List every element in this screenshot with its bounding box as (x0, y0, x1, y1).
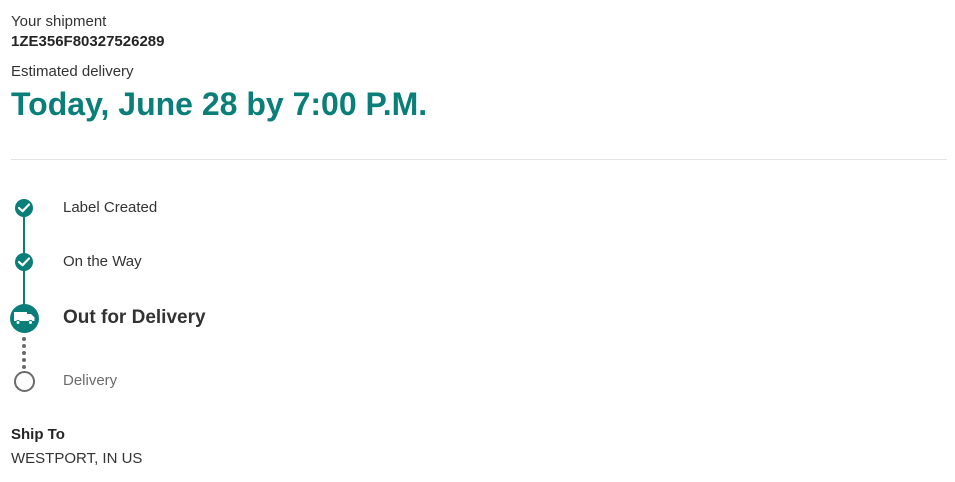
shipment-heading: Your shipment (11, 13, 107, 30)
ship-to-address: WESTPORT, IN US (11, 450, 143, 467)
empty-circle-icon (14, 371, 35, 392)
timeline-connector-dot (22, 365, 26, 369)
step-label-on-the-way: On the Way (63, 253, 142, 270)
divider (11, 159, 947, 160)
timeline-connector-dot (22, 358, 26, 362)
estimated-delivery-date: Today, June 28 by 7:00 P.M. (11, 86, 428, 122)
truck-icon (10, 304, 39, 333)
estimated-delivery-label: Estimated delivery (11, 63, 134, 80)
tracking-number: 1ZE356F80327526289 (11, 33, 165, 50)
timeline-connector-dot (22, 337, 26, 341)
step-label-created: Label Created (63, 199, 158, 216)
timeline-connector-dot (22, 351, 26, 355)
check-icon (15, 199, 33, 217)
check-icon (15, 253, 33, 271)
ship-to-label: Ship To (11, 426, 65, 443)
step-label-delivery: Delivery (63, 372, 118, 389)
timeline-connector-complete (23, 270, 25, 306)
timeline-connector-dot (22, 344, 26, 348)
shipment-tracking-panel: Your shipment 1ZE356F80327526289 Estimat… (0, 0, 955, 482)
step-label-out-for-delivery: Out for Delivery (63, 307, 206, 328)
timeline-connector-complete (23, 216, 25, 254)
